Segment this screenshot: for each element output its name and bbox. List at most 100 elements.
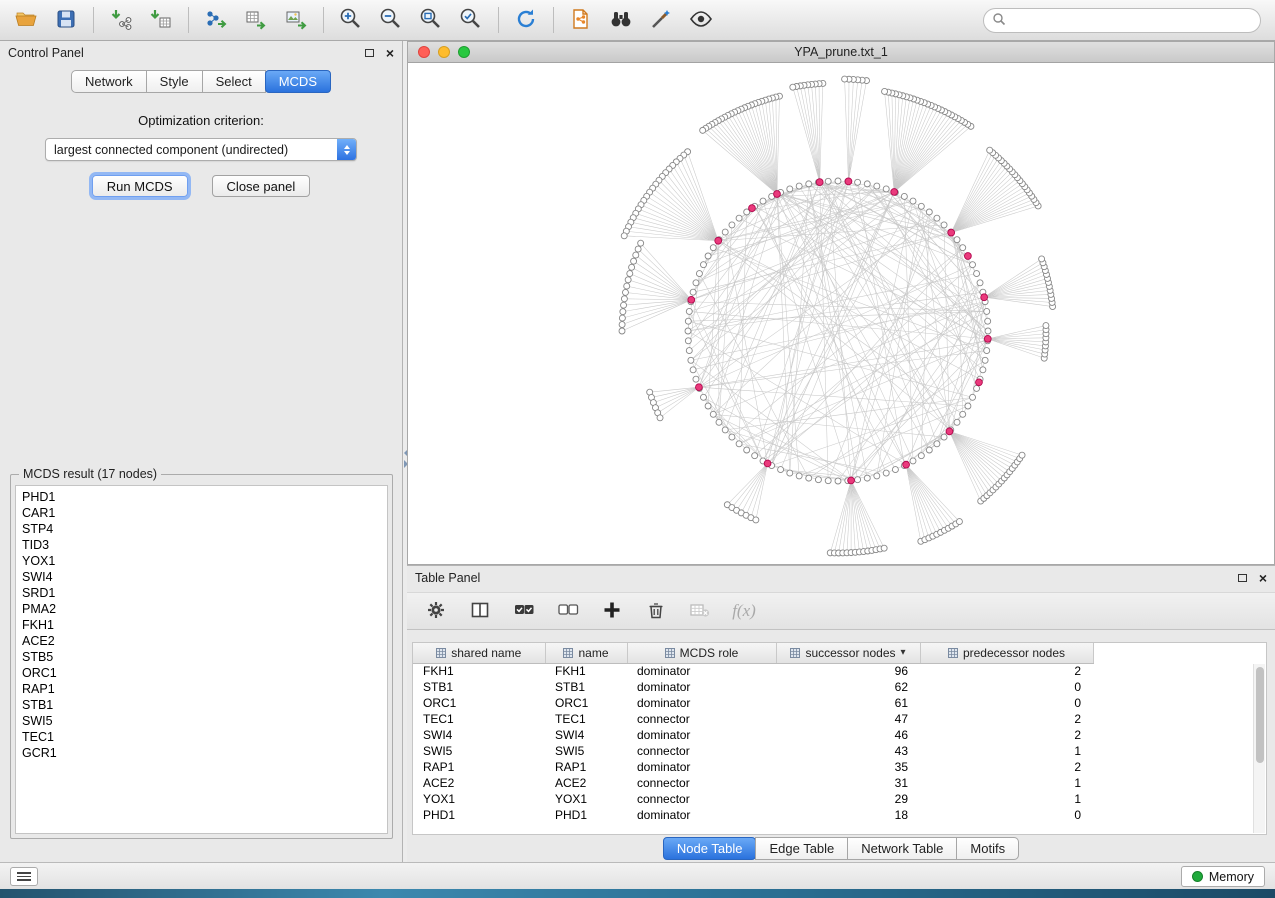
tab-style[interactable]: Style [146,70,203,93]
tab-network-table[interactable]: Network Table [847,837,957,860]
optimization-criterion-select[interactable]: largest connected component (undirected) [45,138,357,161]
create-column-button[interactable] [599,598,625,624]
mcds-node-item[interactable]: ACE2 [22,633,387,649]
import-table-button[interactable] [141,3,181,37]
close-panel-icon[interactable]: × [386,46,394,60]
column-header-shared-name[interactable]: shared name [413,643,545,663]
table-cell: 0 [920,695,1093,711]
tab-node-table[interactable]: Node Table [663,837,757,860]
mcds-result-list[interactable]: PHD1CAR1STP4TID3YOX1SWI4SRD1PMA2FKH1ACE2… [15,485,388,834]
table-row[interactable]: TEC1TEC1connector472 [413,711,1093,727]
import-network-button[interactable] [101,3,141,37]
export-image-button[interactable] [276,3,316,37]
trash-icon [646,600,666,623]
mcds-node-item[interactable]: STB5 [22,649,387,665]
select-all-button[interactable] [511,598,537,624]
mcds-node-item[interactable]: PMA2 [22,601,387,617]
zoom-selected-icon [458,6,484,35]
table-row[interactable]: ORC1ORC1dominator610 [413,695,1093,711]
float-panel-icon[interactable] [1238,574,1247,582]
toolbar-separator [93,7,94,33]
network-window-title: YPA_prune.txt_1 [408,45,1274,59]
delete-column-button[interactable] [643,598,669,624]
export-network-button[interactable] [196,3,236,37]
refresh-button[interactable] [506,3,546,37]
network-canvas[interactable] [408,63,1274,564]
table-row[interactable]: SWI5SWI5connector431 [413,743,1093,759]
eye-button[interactable] [681,3,721,37]
table-cell: TEC1 [413,711,545,727]
binoculars-button[interactable] [601,3,641,37]
search-input[interactable] [1006,14,1260,28]
task-history-button[interactable] [10,867,38,886]
memory-button[interactable]: Memory [1181,866,1265,887]
mcds-node-item[interactable]: CAR1 [22,505,387,521]
zoom-selected-button[interactable] [451,3,491,37]
zoom-fit-button[interactable] [411,3,451,37]
mcds-node-item[interactable]: FKH1 [22,617,387,633]
show-columns-button[interactable] [467,598,493,624]
column-header-successor-nodes[interactable]: successor nodes▾ [776,643,920,663]
network-window-titlebar[interactable]: YPA_prune.txt_1 [408,42,1274,63]
table-cell: 61 [776,695,920,711]
float-panel-icon[interactable] [365,49,374,57]
node-table-body: FKH1FKH1dominator962STB1STB1dominator620… [413,663,1093,823]
import-network-icon [109,7,133,34]
column-header-mcds-role[interactable]: MCDS role [627,643,776,663]
table-panel-title: Table Panel [415,571,480,585]
deselect-all-button[interactable] [555,598,581,624]
table-row[interactable]: STB1STB1dominator620 [413,679,1093,695]
tab-mcds[interactable]: MCDS [265,70,331,93]
mcds-node-item[interactable]: TID3 [22,537,387,553]
table-cell: PHD1 [545,807,627,823]
table-cell: 47 [776,711,920,727]
toolbar-separator [188,7,189,33]
function-builder-button-disabled: f(x) [731,598,757,624]
tab-select[interactable]: Select [202,70,266,93]
table-row[interactable]: PHD1PHD1dominator180 [413,807,1093,823]
column-type-icon [563,648,573,658]
mcds-node-item[interactable]: SWI5 [22,713,387,729]
mcds-node-item[interactable]: ORC1 [22,665,387,681]
column-header-predecessor-nodes[interactable]: predecessor nodes [920,643,1093,663]
open-file-button[interactable] [6,3,46,37]
scrollbar-thumb[interactable] [1256,667,1264,763]
export-image-icon [284,7,308,34]
mcds-node-item[interactable]: STP4 [22,521,387,537]
run-mcds-button[interactable]: Run MCDS [92,175,188,197]
combo-selected-value: largest connected component (undirected) [46,143,337,157]
mcds-node-item[interactable]: TEC1 [22,729,387,745]
wand-button[interactable] [641,3,681,37]
save-session-button[interactable] [46,3,86,37]
table-settings-button[interactable] [423,598,449,624]
tab-motifs[interactable]: Motifs [956,837,1019,860]
mcds-node-item[interactable]: PHD1 [22,489,387,505]
share-document-button[interactable] [561,3,601,37]
table-cell: ORC1 [545,695,627,711]
tab-network[interactable]: Network [71,70,147,93]
export-table-button[interactable] [236,3,276,37]
close-panel-button[interactable]: Close panel [212,175,311,197]
table-scrollbar[interactable] [1253,664,1265,833]
mcds-node-item[interactable]: GCR1 [22,745,387,761]
mcds-node-item[interactable]: YOX1 [22,553,387,569]
mcds-node-item[interactable]: SRD1 [22,585,387,601]
table-row[interactable]: SWI4SWI4dominator462 [413,727,1093,743]
table-row[interactable]: YOX1YOX1connector291 [413,791,1093,807]
table-row[interactable]: RAP1RAP1dominator352 [413,759,1093,775]
zoom-out-button[interactable] [371,3,411,37]
save-icon [54,7,78,34]
table-cell: SWI5 [413,743,545,759]
mcds-node-item[interactable]: RAP1 [22,681,387,697]
mcds-node-item[interactable]: SWI4 [22,569,387,585]
search-box[interactable] [983,8,1261,33]
mcds-node-item[interactable]: STB1 [22,697,387,713]
table-row[interactable]: FKH1FKH1dominator962 [413,663,1093,679]
column-header-name[interactable]: name [545,643,627,663]
zoom-in-button[interactable] [331,3,371,37]
table-cell: 2 [920,711,1093,727]
tab-edge-table[interactable]: Edge Table [755,837,848,860]
close-panel-icon[interactable]: × [1259,571,1267,585]
table-panel-tabs: Node TableEdge TableNetwork TableMotifs [407,837,1275,859]
table-row[interactable]: ACE2ACE2connector311 [413,775,1093,791]
